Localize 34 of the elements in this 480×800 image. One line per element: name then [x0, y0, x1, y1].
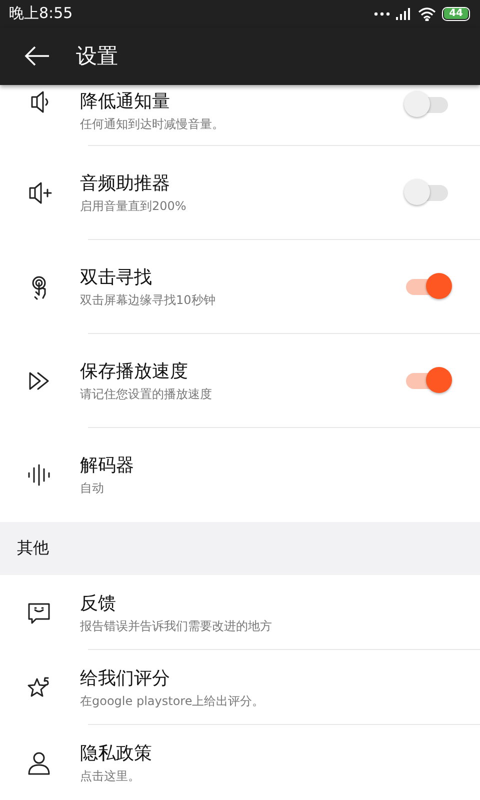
setting-title: 解码器 [80, 454, 135, 477]
person-icon [26, 750, 52, 776]
screen-title: 设置 [76, 43, 118, 70]
setting-description: 启用音量直到200% [80, 198, 188, 215]
setting-description: 自动 [80, 480, 105, 497]
setting-title: 音频助推器 [80, 172, 171, 195]
setting-row[interactable]: 双击寻找 双击屏幕边缘寻找10秒钟 [0, 240, 480, 334]
setting-title: 降低通知量 [80, 90, 171, 113]
setting-title: 双击寻找 [80, 266, 153, 289]
setting-row[interactable]: 解码器 自动 [0, 428, 480, 522]
setting-row[interactable]: 给我们评分 在google playstore上给出评分。 [0, 650, 480, 725]
setting-description: 在google playstore上给出评分。 [80, 692, 266, 710]
setting-title: 给我们评分 [80, 666, 171, 690]
back-button[interactable] [24, 45, 50, 68]
setting-title: 保存播放速度 [80, 360, 189, 383]
setting-title: 反馈 [80, 592, 117, 614]
setting-row[interactable]: 音频助推器 启用音量直到200% [0, 146, 480, 240]
battery-level: 44 [444, 8, 468, 20]
setting-row[interactable]: 反馈 报告错误并告诉我们需要改进的地方 [0, 575, 480, 650]
setting-row[interactable]: 降低通知量 任何通知到达时减慢音量。 [0, 85, 480, 146]
setting-row[interactable]: 隐私政策 点击这里。 [0, 725, 480, 800]
setting-description: 双击屏幕边缘寻找10秒钟 [80, 292, 216, 309]
more-dots-icon [374, 12, 390, 16]
setting-row[interactable]: 保存播放速度 请记住您设置的播放速度 [0, 334, 480, 428]
setting-description: 点击这里。 [80, 768, 141, 784]
setting-title: 隐私政策 [80, 742, 153, 764]
section-header: 其他 [0, 522, 480, 575]
waveform-icon [26, 462, 52, 488]
setting-description: 任何通知到达时减慢音量。 [80, 116, 225, 133]
setting-description: 报告错误并告诉我们需要改进的地方 [80, 618, 273, 634]
setting-description: 请记住您设置的播放速度 [80, 386, 213, 403]
signal-icon [396, 8, 412, 20]
wifi-icon [418, 6, 436, 21]
status-time: 晚上8:55 [9, 4, 74, 24]
